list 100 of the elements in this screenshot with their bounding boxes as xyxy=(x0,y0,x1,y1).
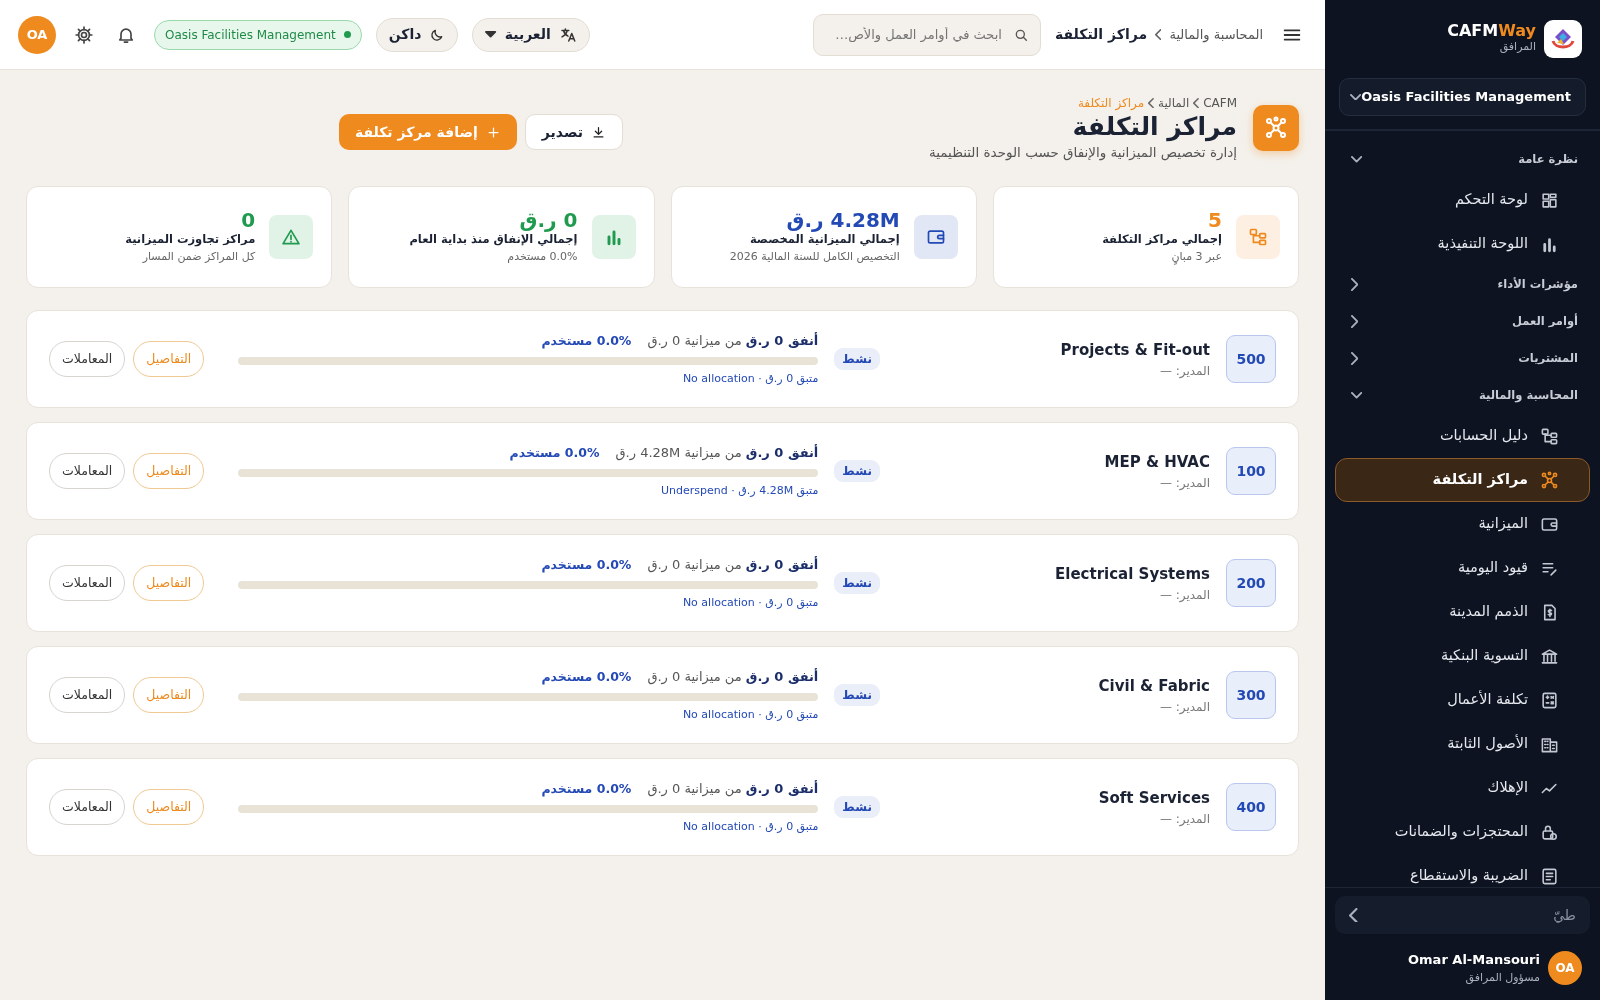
breadcrumb-link[interactable]: المحاسبة والمالية xyxy=(1169,24,1263,45)
caret-icon xyxy=(485,31,497,38)
nav-item[interactable]: الإهلاك xyxy=(1335,766,1590,810)
theme-button[interactable]: داكن xyxy=(375,17,459,52)
used-percent: 0.0% مستخدم xyxy=(541,331,632,351)
warning-icon xyxy=(281,227,302,248)
nav-section-header[interactable]: مؤشرات الأداء xyxy=(1325,266,1600,303)
manager-label: المدير: — xyxy=(1158,362,1210,380)
nav-item[interactable]: الميزانية xyxy=(1335,502,1590,546)
cost-center-code: 400 xyxy=(1226,783,1276,832)
cost-center-code: 500 xyxy=(1226,335,1276,384)
spent-text: أنفق 0 ر.ق من ميزانية 0 ر.ق xyxy=(647,667,819,687)
spent-text: أنفق 0 ر.ق من ميزانية 0 ر.ق xyxy=(647,555,819,575)
stat-value: 4.28M ر.ق xyxy=(785,209,900,232)
network-icon xyxy=(1540,470,1559,490)
chevron-right-icon xyxy=(1351,351,1359,366)
stat-note: عبر 3 مبانٍ xyxy=(1170,248,1222,266)
chevron-left-icon xyxy=(1155,28,1162,41)
stat-label: مراكز تجاوزت الميزانية xyxy=(125,231,256,249)
user-role: مسؤول المرافق xyxy=(1464,969,1540,986)
status-badge: نشط xyxy=(834,796,880,819)
hierarchy-icon xyxy=(1540,426,1559,446)
document-icon xyxy=(1540,866,1559,886)
cost-center-name: Soft Services xyxy=(1097,788,1210,809)
nav-section-header[interactable]: أوامر العمل xyxy=(1325,303,1600,340)
nav-section-header[interactable]: نظرة عامة xyxy=(1325,141,1600,178)
transactions-button[interactable]: المعاملات xyxy=(49,565,126,602)
chevron-down-icon xyxy=(1351,156,1363,163)
status-dot xyxy=(343,31,351,38)
chevron-left-icon xyxy=(1349,907,1358,923)
chevron-right-icon xyxy=(1351,314,1359,329)
chevron-down-icon xyxy=(1350,93,1362,101)
nav-item[interactable]: اللوحة التنفيذية xyxy=(1335,222,1590,266)
cost-center-code: 300 xyxy=(1226,671,1276,720)
nav-item[interactable]: تكلفة الأعمال xyxy=(1335,678,1590,722)
export-button[interactable]: تصدير xyxy=(524,114,623,150)
nav-item[interactable]: الأصول الثابتة xyxy=(1335,722,1590,766)
remaining-text: متبق 0 ر.ق · No allocation xyxy=(681,594,819,611)
page-icon xyxy=(1253,105,1299,152)
stat-note: التخصيص الكامل للسنة المالية 2026 xyxy=(729,248,900,265)
language-button[interactable]: العربية xyxy=(472,17,590,52)
page-title: مراكز التكلفة xyxy=(1071,112,1237,142)
nav-item[interactable]: دليل الحسابات xyxy=(1335,414,1590,458)
breadcrumb-current: مراكز التكلفة xyxy=(1054,25,1148,45)
breadcrumb-link[interactable]: المالية xyxy=(1158,94,1190,112)
remaining-text: متبق 4.28M ر.ق · Underspend xyxy=(660,482,819,499)
transactions-button[interactable]: المعاملات xyxy=(49,341,126,378)
transactions-button[interactable]: المعاملات xyxy=(49,677,126,714)
remaining-text: متبق 0 ر.ق · No allocation xyxy=(681,370,819,387)
chevron-right-icon xyxy=(1351,277,1359,292)
stat-label: إجمالي مراكز التكلفة xyxy=(1102,231,1222,249)
organization-badge: Oasis Facilities Management xyxy=(154,19,362,50)
lock-icon xyxy=(1540,822,1559,842)
status-badge: نشط xyxy=(834,684,880,707)
spent-text: أنفق 0 ر.ق من ميزانية 0 ر.ق xyxy=(647,331,819,351)
breadcrumb-link[interactable]: CAFM xyxy=(1203,94,1237,112)
used-percent: 0.0% مستخدم xyxy=(541,555,632,575)
cost-center-code: 100 xyxy=(1226,447,1276,496)
nav-item[interactable]: لوحة التحكم xyxy=(1335,178,1590,222)
cost-center-name: Electrical Systems xyxy=(1054,564,1210,585)
translate-icon xyxy=(558,25,577,44)
user-name: Omar Al-Mansouri xyxy=(1408,951,1540,969)
stat-note: كل المراكز ضمن المسار xyxy=(141,248,256,265)
nav-item[interactable]: قيود اليومية xyxy=(1335,546,1590,590)
organization-select[interactable]: Oasis Facilities Management xyxy=(1339,78,1586,116)
nav-section-header[interactable]: المحاسبة والمالية xyxy=(1325,377,1600,414)
stat-value: 5 xyxy=(1207,209,1222,232)
nav-section-header[interactable]: المشتريات xyxy=(1325,340,1600,377)
cost-center-code: 200 xyxy=(1226,559,1276,608)
stat-value: 0 xyxy=(240,209,256,232)
transactions-button[interactable]: المعاملات xyxy=(49,789,126,826)
bank-icon xyxy=(1540,646,1559,666)
hierarchy-icon xyxy=(1248,227,1268,248)
nav-item[interactable]: الذمم المدينة xyxy=(1335,590,1590,634)
collapse-button[interactable]: طيّ xyxy=(1335,896,1590,934)
grid-icon xyxy=(1540,190,1559,210)
nav-item[interactable]: مراكز التكلفة xyxy=(1335,458,1590,502)
manager-label: المدير: — xyxy=(1158,586,1210,604)
nav-item[interactable]: المحتجزات والضمانات xyxy=(1335,810,1590,854)
brand-subtitle: المرافق xyxy=(1498,39,1536,55)
page-subtitle: إدارة تخصيص الميزانية والإنفاق حسب الوحدة التنظيمية xyxy=(928,143,1237,163)
user-avatar: OA xyxy=(1548,951,1582,985)
used-percent: 0.0% مستخدم xyxy=(541,667,632,687)
nav-item[interactable]: الضريبة والاستقطاع xyxy=(1335,854,1590,887)
stat-label: إجمالي الإنفاق منذ بداية العام xyxy=(409,232,578,249)
cost-center-name: Projects & Fit-out xyxy=(1059,340,1210,361)
settings-icon xyxy=(74,24,94,45)
manager-label: المدير: — xyxy=(1158,810,1210,828)
status-badge: نشط xyxy=(834,348,880,371)
chevron-left-icon xyxy=(1193,97,1200,109)
spent-text: أنفق 0 ر.ق من ميزانية 4.28M ر.ق xyxy=(615,443,819,463)
used-percent: 0.0% مستخدم xyxy=(541,779,632,799)
stat-value: 0 ر.ق xyxy=(518,209,578,232)
transactions-button[interactable]: المعاملات xyxy=(49,453,126,490)
brand-name: CAFMWay xyxy=(1447,22,1536,39)
calculator-icon xyxy=(1540,690,1559,710)
nav-item[interactable]: التسوية البنكية xyxy=(1335,634,1590,678)
chevron-down-icon xyxy=(1351,392,1363,399)
chevron-left-icon xyxy=(1148,97,1154,109)
status-badge: نشط xyxy=(834,460,880,483)
